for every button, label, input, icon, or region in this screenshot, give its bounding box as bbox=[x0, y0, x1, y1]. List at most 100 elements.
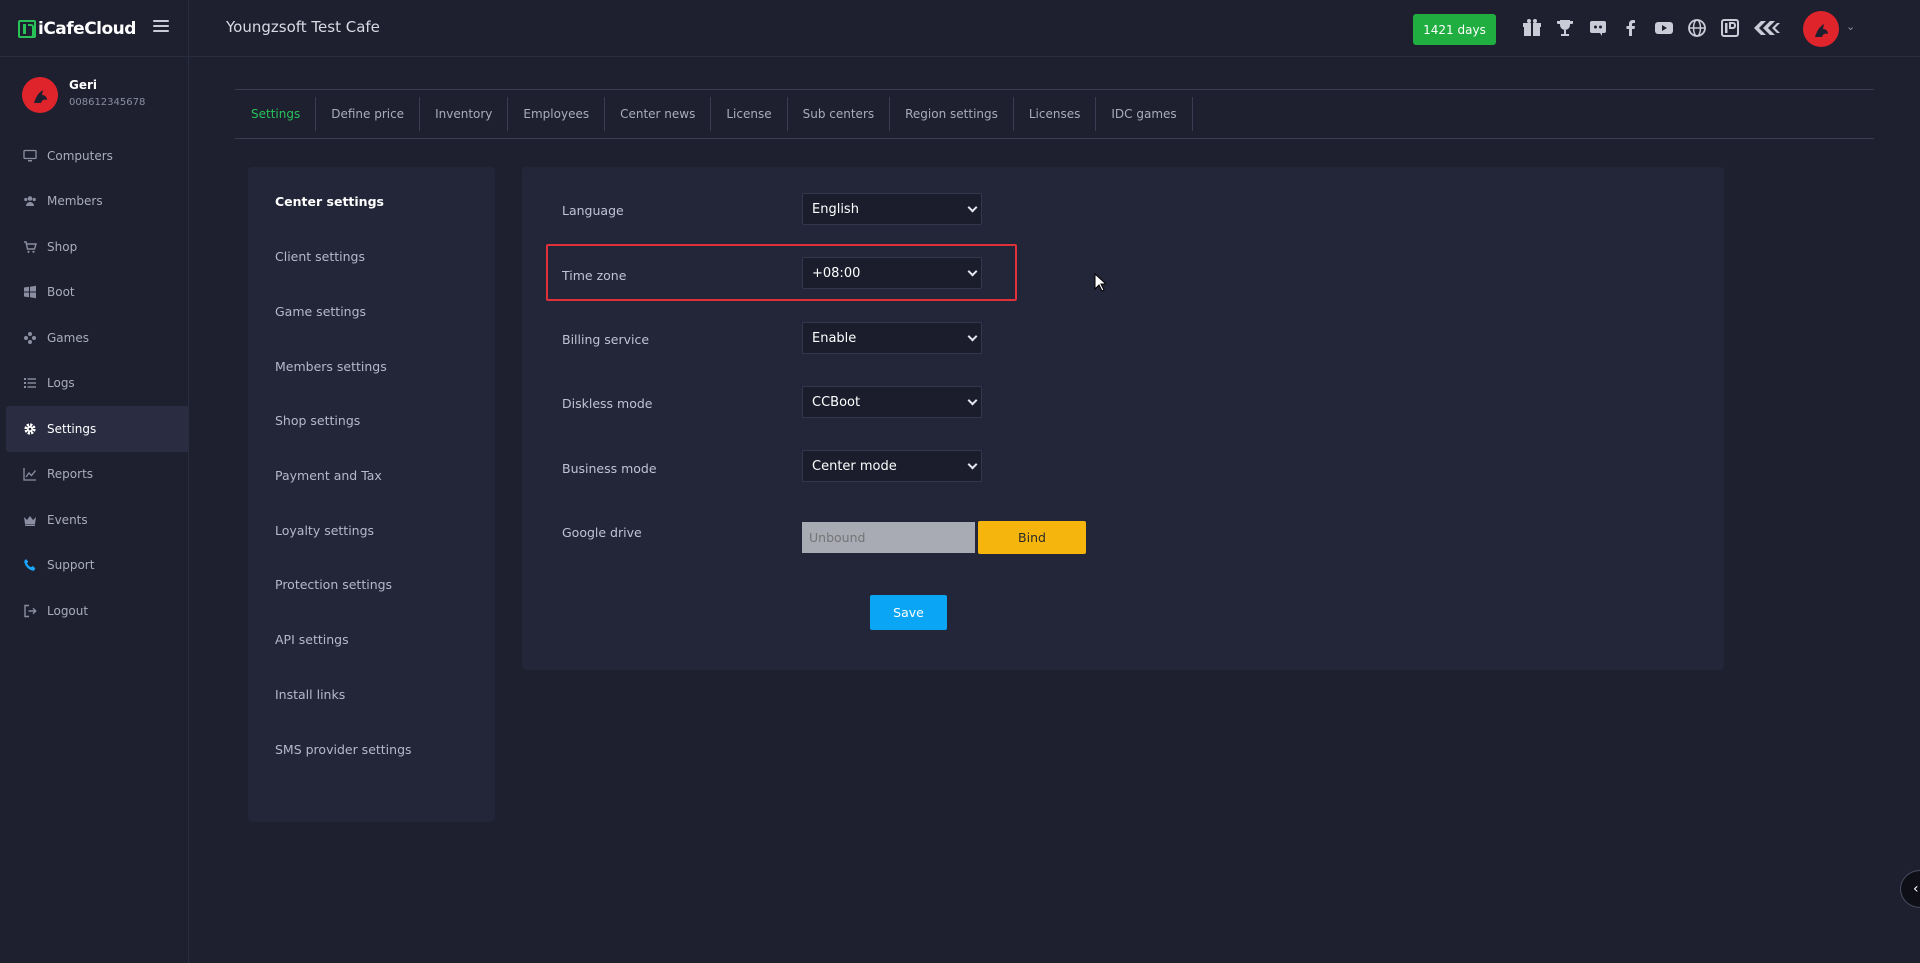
menu-members-settings[interactable]: Members settings bbox=[275, 359, 387, 374]
user-name: Geri bbox=[69, 78, 98, 92]
language-select[interactable]: English bbox=[802, 193, 982, 225]
tab-define-price[interactable]: Define price bbox=[316, 97, 421, 131]
top-bar: iCafeCloud Youngzsoft Test Cafe 1421 day… bbox=[0, 0, 1920, 57]
menu-api-settings[interactable]: API settings bbox=[275, 632, 349, 647]
settings-tabs: Settings Define price Inventory Employee… bbox=[235, 89, 1874, 139]
tab-settings[interactable]: Settings bbox=[236, 97, 317, 131]
menu-game-settings[interactable]: Game settings bbox=[275, 304, 366, 319]
crown-icon bbox=[23, 513, 37, 527]
cafe-title: Youngzsoft Test Cafe bbox=[226, 18, 380, 36]
sidebar-item-label: Boot bbox=[47, 285, 75, 300]
users-icon bbox=[23, 194, 37, 208]
trophy-icon[interactable] bbox=[1553, 16, 1577, 40]
bind-button[interactable]: Bind bbox=[978, 521, 1086, 554]
license-days-badge[interactable]: 1421 days bbox=[1413, 14, 1496, 45]
phone-icon bbox=[23, 558, 37, 572]
chevron-down-icon bbox=[967, 202, 978, 213]
logout-icon bbox=[23, 604, 37, 618]
gift-icon[interactable] bbox=[1520, 16, 1544, 40]
language-label: Language bbox=[562, 203, 624, 218]
tab-region-settings[interactable]: Region settings bbox=[890, 97, 1014, 131]
google-drive-label: Google drive bbox=[562, 525, 642, 540]
gamepad-icon bbox=[23, 331, 37, 345]
chart-line-icon bbox=[23, 467, 37, 481]
sidebar-item-label: Reports bbox=[47, 467, 94, 482]
ccboot-icon[interactable] bbox=[1751, 16, 1783, 40]
diskless-mode-select[interactable]: CCBoot bbox=[802, 386, 982, 418]
business-mode-label: Business mode bbox=[562, 461, 657, 476]
brand-area: iCafeCloud bbox=[0, 0, 189, 57]
chevron-down-icon[interactable]: ⌄ bbox=[1846, 20, 1855, 33]
language-value: English bbox=[812, 201, 859, 217]
business-mode-value: Center mode bbox=[812, 458, 897, 474]
tab-license[interactable]: License bbox=[711, 97, 788, 131]
tab-inventory[interactable]: Inventory bbox=[420, 97, 509, 131]
timezone-select[interactable]: +08:00 bbox=[802, 257, 982, 289]
sidebar-item-shop[interactable]: Shop bbox=[0, 224, 188, 270]
menu-client-settings[interactable]: Client settings bbox=[275, 249, 365, 264]
windows-icon bbox=[23, 285, 37, 299]
menu-shop-settings[interactable]: Shop settings bbox=[275, 413, 360, 428]
sidebar-item-reports[interactable]: Reports bbox=[0, 452, 188, 498]
mouse-cursor-icon bbox=[1094, 273, 1106, 292]
top-icon-bar bbox=[1520, 16, 1792, 40]
tab-center-news[interactable]: Center news bbox=[605, 97, 712, 131]
billing-service-label: Billing service bbox=[562, 332, 650, 347]
icafe-icon[interactable] bbox=[1718, 16, 1742, 40]
chevron-down-icon bbox=[967, 395, 978, 406]
sidebar-item-members[interactable]: Members bbox=[0, 179, 188, 225]
timezone-value: +08:00 bbox=[812, 265, 861, 281]
chevron-left-icon: ‹ bbox=[1913, 881, 1919, 897]
user-avatar bbox=[22, 77, 58, 113]
billing-service-value: Enable bbox=[812, 330, 857, 346]
center-settings-panel: Language English Time zone +08:00 Billin… bbox=[522, 167, 1724, 670]
sidebar-item-computers[interactable]: Computers bbox=[0, 133, 188, 179]
tab-employees[interactable]: Employees bbox=[508, 97, 606, 131]
menu-install-links[interactable]: Install links bbox=[275, 687, 345, 702]
diskless-mode-value: CCBoot bbox=[812, 394, 861, 410]
sidebar-item-label: Computers bbox=[47, 148, 113, 163]
chevron-down-icon bbox=[967, 331, 978, 342]
sidebar-item-label: Logs bbox=[47, 376, 75, 391]
brand-name: iCafeCloud bbox=[38, 19, 136, 39]
business-mode-select[interactable]: Center mode bbox=[802, 450, 982, 482]
discord-icon[interactable] bbox=[1586, 16, 1610, 40]
sidebar-item-support[interactable]: Support bbox=[0, 543, 188, 589]
billing-service-select[interactable]: Enable bbox=[802, 322, 982, 354]
tab-sub-centers[interactable]: Sub centers bbox=[788, 97, 891, 131]
user-phone: 008612345678 bbox=[69, 97, 146, 108]
sidebar-item-label: Shop bbox=[47, 239, 78, 254]
tab-idc-games[interactable]: IDC games bbox=[1096, 97, 1193, 131]
menu-loyalty-settings[interactable]: Loyalty settings bbox=[275, 523, 374, 538]
menu-sms-provider-settings[interactable]: SMS provider settings bbox=[275, 742, 412, 757]
sidebar-item-events[interactable]: Events bbox=[0, 497, 188, 543]
menu-protection-settings[interactable]: Protection settings bbox=[275, 577, 392, 592]
sidebar-item-settings[interactable]: Settings bbox=[6, 406, 188, 452]
app-root: iCafeCloud Youngzsoft Test Cafe 1421 day… bbox=[0, 0, 1920, 963]
tab-licenses[interactable]: Licenses bbox=[1014, 97, 1097, 131]
sidebar-item-games[interactable]: Games bbox=[0, 315, 188, 361]
monitor-icon bbox=[23, 149, 37, 163]
sidebar-item-label: Logout bbox=[47, 603, 89, 618]
collapse-panel-button[interactable]: ‹ bbox=[1900, 870, 1920, 908]
menu-toggle-icon[interactable] bbox=[153, 20, 169, 33]
profile-avatar[interactable] bbox=[1803, 11, 1839, 47]
menu-payment-and-tax[interactable]: Payment and Tax bbox=[275, 468, 382, 483]
settings-menu: Center settings Client settings Game set… bbox=[248, 167, 495, 822]
sidebar-item-label: Events bbox=[47, 512, 88, 527]
google-drive-input[interactable] bbox=[802, 522, 975, 553]
sidebar-item-logout[interactable]: Logout bbox=[0, 588, 188, 634]
sidebar-item-boot[interactable]: Boot bbox=[0, 270, 188, 316]
facebook-icon[interactable] bbox=[1619, 16, 1643, 40]
timezone-label: Time zone bbox=[562, 268, 627, 283]
sidebar-item-logs[interactable]: Logs bbox=[0, 361, 188, 407]
cart-icon bbox=[23, 240, 37, 254]
sidebar-item-label: Members bbox=[47, 194, 103, 209]
menu-center-settings[interactable]: Center settings bbox=[275, 194, 384, 209]
youtube-icon[interactable] bbox=[1652, 16, 1676, 40]
sidebar-nav: Computers Members Shop Boot Games Logs S… bbox=[0, 133, 188, 634]
diskless-mode-label: Diskless mode bbox=[562, 396, 653, 411]
save-button[interactable]: Save bbox=[870, 595, 947, 630]
icafecloud-logo-icon bbox=[18, 20, 36, 38]
globe-icon[interactable] bbox=[1685, 16, 1709, 40]
